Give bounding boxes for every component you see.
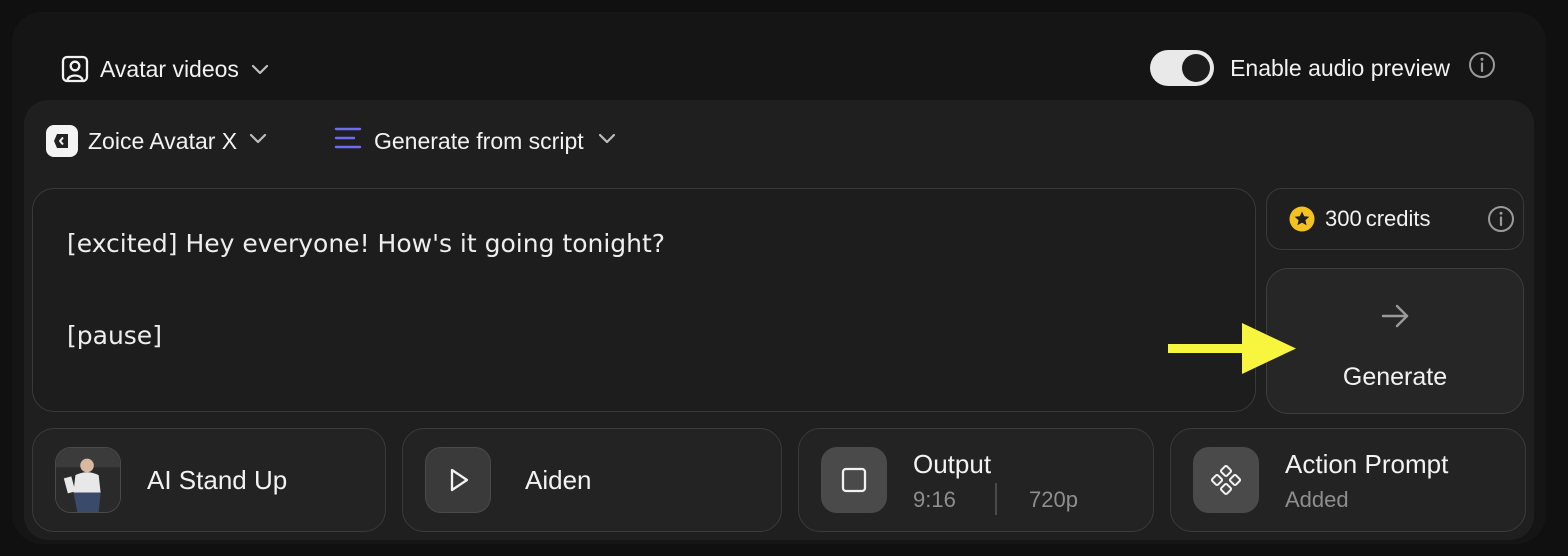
script-line: [excited] Hey everyone! How's it going t… bbox=[67, 229, 666, 258]
action-prompt-card[interactable]: Action Prompt Added bbox=[1170, 428, 1526, 532]
generate-button[interactable]: Generate bbox=[1266, 268, 1524, 414]
avatar-title: AI Stand Up bbox=[147, 465, 288, 495]
arrow-right-icon bbox=[1381, 304, 1409, 328]
avatar-portrait-icon bbox=[60, 54, 90, 84]
compose-panel: Zoice Avatar X Generate from script [exc… bbox=[24, 100, 1534, 540]
source-dropdown[interactable]: Generate from script bbox=[334, 124, 618, 158]
credits-amount: 300 bbox=[1325, 206, 1362, 231]
action-prompt-status: Added bbox=[1285, 487, 1349, 512]
chevron-down-icon bbox=[596, 127, 618, 155]
output-title: Output bbox=[913, 449, 992, 479]
output-resolution: 720p bbox=[1029, 487, 1078, 512]
generate-label: Generate bbox=[1342, 363, 1448, 391]
diamond-dots-icon bbox=[1210, 464, 1242, 496]
info-icon[interactable] bbox=[1487, 205, 1515, 233]
mode-dropdown[interactable]: Avatar videos bbox=[60, 54, 271, 84]
source-label: Generate from script bbox=[374, 127, 584, 154]
play-icon-tile bbox=[425, 447, 491, 513]
avatar-thumbnail bbox=[55, 447, 121, 513]
credits-unit: credits bbox=[1365, 206, 1431, 231]
credits-display: 300 credits bbox=[1266, 188, 1524, 250]
chevron-down-icon bbox=[249, 58, 271, 80]
diamond-dots-icon-tile bbox=[1193, 447, 1259, 513]
mode-row: Avatar videos bbox=[60, 52, 271, 86]
audio-preview-toggle[interactable] bbox=[1150, 50, 1215, 86]
divider bbox=[995, 483, 997, 515]
model-dropdown[interactable]: Zoice Avatar X bbox=[46, 125, 269, 157]
zoice-logo-icon bbox=[46, 125, 78, 157]
audio-preview-row: Enable audio preview bbox=[1150, 50, 1496, 86]
square-icon-tile bbox=[821, 447, 887, 513]
action-prompt-title: Action Prompt bbox=[1285, 449, 1449, 479]
voice-title: Aiden bbox=[525, 465, 592, 495]
play-icon bbox=[450, 468, 469, 492]
annotation-arrow-icon bbox=[1168, 323, 1296, 374]
audio-preview-label: Enable audio preview bbox=[1230, 54, 1450, 81]
model-label: Zoice Avatar X bbox=[88, 127, 238, 154]
square-icon bbox=[841, 467, 867, 493]
script-line: [pause] bbox=[67, 321, 162, 350]
model-row: Zoice Avatar X bbox=[46, 124, 269, 158]
avatar-card[interactable]: AI Stand Up bbox=[32, 428, 386, 532]
toggle-knob bbox=[1182, 54, 1211, 82]
info-icon[interactable] bbox=[1468, 51, 1496, 79]
script-textarea[interactable]: [excited] Hey everyone! How's it going t… bbox=[32, 188, 1256, 412]
output-card[interactable]: Output 9:16 720p bbox=[798, 428, 1154, 532]
output-aspect: 9:16 bbox=[913, 487, 956, 512]
voice-card[interactable]: Aiden bbox=[402, 428, 782, 532]
chevron-down-icon bbox=[247, 127, 269, 155]
mode-label: Avatar videos bbox=[100, 55, 239, 82]
lines-icon bbox=[334, 126, 362, 156]
star-coin-icon bbox=[1289, 206, 1315, 232]
